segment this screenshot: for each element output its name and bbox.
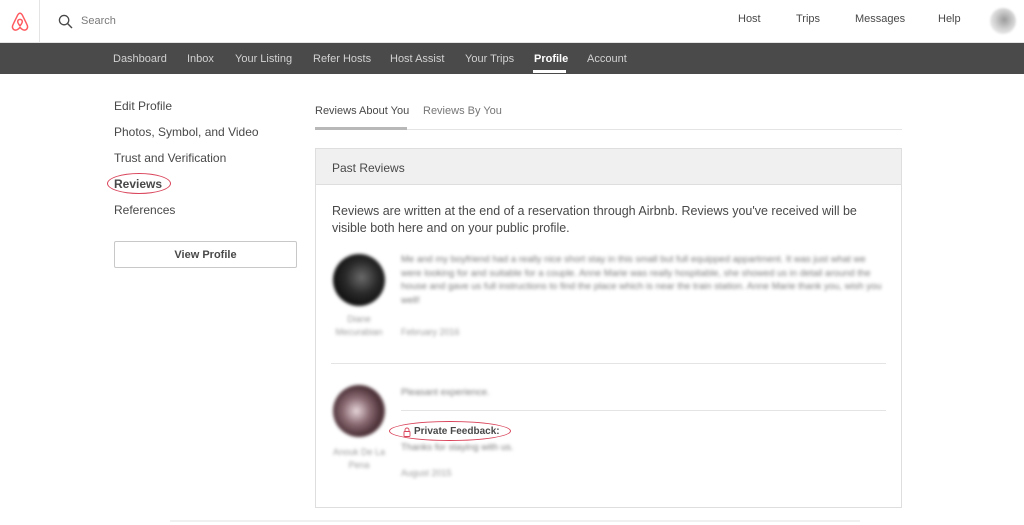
active-subnav-indicator	[533, 70, 566, 73]
nav-trips[interactable]: Trips	[796, 13, 820, 25]
private-feedback-highlight-oval	[389, 421, 511, 441]
reviewer-avatar[interactable]	[333, 385, 385, 437]
reviewer-name[interactable]: Diane Mecurabian	[324, 313, 394, 339]
sidebar-item-edit-profile[interactable]: Edit Profile	[114, 99, 172, 113]
dashboard-subnav: Dashboard Inbox Your Listing Refer Hosts…	[0, 43, 1024, 74]
search-icon	[58, 14, 73, 28]
bottom-divider	[170, 520, 860, 522]
review-date: February 2016	[401, 327, 460, 337]
active-tab-indicator	[315, 127, 407, 130]
reviews-intro-text: Reviews are written at the end of a rese…	[332, 204, 857, 235]
reviews-highlight-oval	[107, 173, 171, 194]
nav-host[interactable]: Host	[738, 13, 761, 25]
user-avatar[interactable]	[990, 8, 1016, 34]
top-header: Search Host Trips Messages Help	[0, 0, 1024, 43]
tab-reviews-by-you[interactable]: Reviews By You	[423, 105, 502, 117]
airbnb-logo-icon	[11, 12, 28, 31]
subnav-dashboard[interactable]: Dashboard	[113, 53, 167, 65]
nav-help[interactable]: Help	[938, 13, 961, 25]
review-text: Me and my boyfriend had a really nice sh…	[401, 254, 882, 306]
subnav-account[interactable]: Account	[587, 53, 627, 65]
search-placeholder: Search	[81, 15, 116, 27]
review-text: Pleasant experience.	[401, 387, 490, 398]
review-date: August 2015	[401, 468, 452, 478]
view-profile-button[interactable]: View Profile	[114, 241, 297, 268]
private-feedback-text: Thanks for staying with us.	[401, 442, 514, 453]
subnav-host-assist[interactable]: Host Assist	[390, 53, 444, 65]
search-box[interactable]: Search	[58, 11, 116, 31]
review-divider	[401, 410, 886, 411]
subnav-profile[interactable]: Profile	[534, 53, 568, 65]
sidebar-item-photos[interactable]: Photos, Symbol, and Video	[114, 125, 259, 139]
subnav-your-listing[interactable]: Your Listing	[235, 53, 292, 65]
reviewer-avatar[interactable]	[333, 254, 385, 306]
subnav-refer-hosts[interactable]: Refer Hosts	[313, 53, 371, 65]
nav-messages[interactable]: Messages	[855, 13, 905, 25]
panel-header: Past Reviews	[316, 149, 901, 185]
panel-title: Past Reviews	[332, 161, 405, 175]
tab-reviews-about-you[interactable]: Reviews About You	[315, 105, 409, 117]
reviewer-name[interactable]: Anouk De La Pena	[324, 446, 394, 472]
airbnb-logo[interactable]	[0, 0, 40, 43]
sidebar-item-references[interactable]: References	[114, 203, 175, 217]
sidebar-item-trust[interactable]: Trust and Verification	[114, 151, 226, 165]
review-divider	[331, 363, 886, 364]
subnav-inbox[interactable]: Inbox	[187, 53, 214, 65]
subnav-your-trips[interactable]: Your Trips	[465, 53, 514, 65]
